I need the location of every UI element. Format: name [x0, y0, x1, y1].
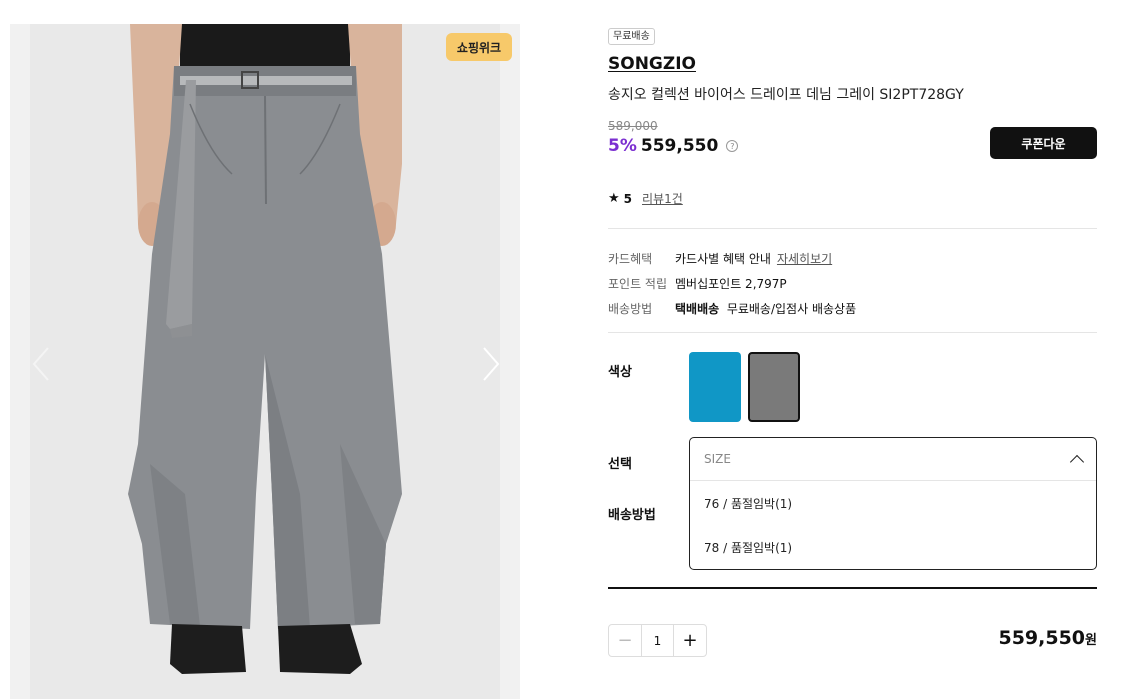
size-option-78[interactable]: 78 / 품절임박(1)	[690, 525, 1096, 569]
benefit-row-points: 포인트 적립 멤버십포인트 2,797P	[608, 271, 856, 296]
brand-link[interactable]: SONGZIO	[608, 54, 696, 74]
product-gallery: 쇼핑위크	[10, 24, 520, 699]
product-photo	[128, 24, 402, 674]
divider	[608, 332, 1097, 333]
benefit-label: 배송방법	[608, 302, 653, 316]
size-select-header[interactable]: SIZE	[690, 438, 1096, 481]
total-amount: 559,550	[998, 627, 1086, 649]
benefit-value: 카드사별 혜택 안내	[675, 252, 771, 266]
shopping-week-badge: 쇼핑위크	[446, 33, 512, 61]
original-price: 589,000	[608, 119, 658, 133]
benefit-row-card: 카드혜택 카드사별 혜택 안내 자세히보기	[608, 246, 856, 271]
rating-value: 5	[623, 191, 633, 206]
benefit-value-wrap: 택배배송 무료배송/입점사 배송상품	[675, 300, 856, 317]
decrease-quantity-button[interactable]: −	[609, 625, 642, 656]
card-benefit-detail-link[interactable]: 자세히보기	[777, 250, 832, 267]
review-count-link[interactable]: 리뷰1건	[642, 190, 683, 207]
chevron-up-icon	[1069, 454, 1085, 469]
free-shipping-tag: 무료배송	[608, 28, 655, 45]
discount-rate: 5%	[608, 136, 637, 156]
product-info-panel: 무료배송 SONGZIO 송지오 컬렉션 바이어스 드레이프 데님 그레이 SI…	[608, 24, 1097, 657]
size-select-dropdown[interactable]: SIZE 76 / 품절임박(1) 78 / 품절임박(1)	[689, 437, 1097, 570]
benefit-row-shipping: 배송방법 택배배송 무료배송/입점사 배송상품	[608, 296, 856, 321]
size-option-76[interactable]: 76 / 품절임박(1)	[690, 481, 1096, 525]
product-name: 송지오 컬렉션 바이어스 드레이프 데님 그레이 SI2PT728GY	[608, 87, 964, 103]
chevron-left-icon	[32, 347, 49, 381]
quantity-stepper: − 1 +	[608, 624, 707, 657]
prev-image-button[interactable]	[30, 344, 54, 384]
price-row: 5% 559,550 ?	[608, 136, 739, 156]
increase-quantity-button[interactable]: +	[673, 625, 706, 656]
section-divider	[608, 587, 1097, 589]
size-select-placeholder: SIZE	[704, 452, 731, 466]
color-swatch-blue[interactable]	[689, 352, 741, 422]
benefit-value-bold: 택배배송	[675, 302, 720, 316]
coupon-download-button[interactable]: 쿠폰다운	[990, 127, 1097, 159]
benefit-label: 카드혜택	[608, 252, 653, 266]
benefit-label: 포인트 적립	[608, 277, 668, 291]
quantity-value[interactable]: 1	[642, 634, 673, 648]
shipping-method-label: 배송방법	[608, 508, 656, 523]
color-swatch-gray-selected[interactable]	[748, 352, 800, 422]
rating-row: ★ 5 리뷰1건	[608, 190, 683, 207]
benefits-list: 카드혜택 카드사별 혜택 안내 자세히보기 포인트 적립 멤버십포인트 2,79…	[608, 246, 856, 321]
select-option-label: 선택	[608, 457, 632, 472]
divider	[608, 228, 1097, 229]
star-icon: ★	[608, 191, 620, 206]
color-option-label: 색상	[608, 365, 632, 380]
benefit-value: 무료배송/입점사 배송상품	[726, 302, 857, 316]
chevron-right-icon	[483, 347, 500, 381]
benefit-value: 멤버십포인트 2,797P	[675, 277, 787, 291]
total-price: 559,550원	[998, 627, 1097, 649]
currency-unit: 원	[1085, 633, 1097, 648]
next-image-button[interactable]	[478, 344, 502, 384]
question-icon[interactable]: ?	[726, 140, 739, 152]
sale-price: 559,550	[640, 136, 719, 156]
